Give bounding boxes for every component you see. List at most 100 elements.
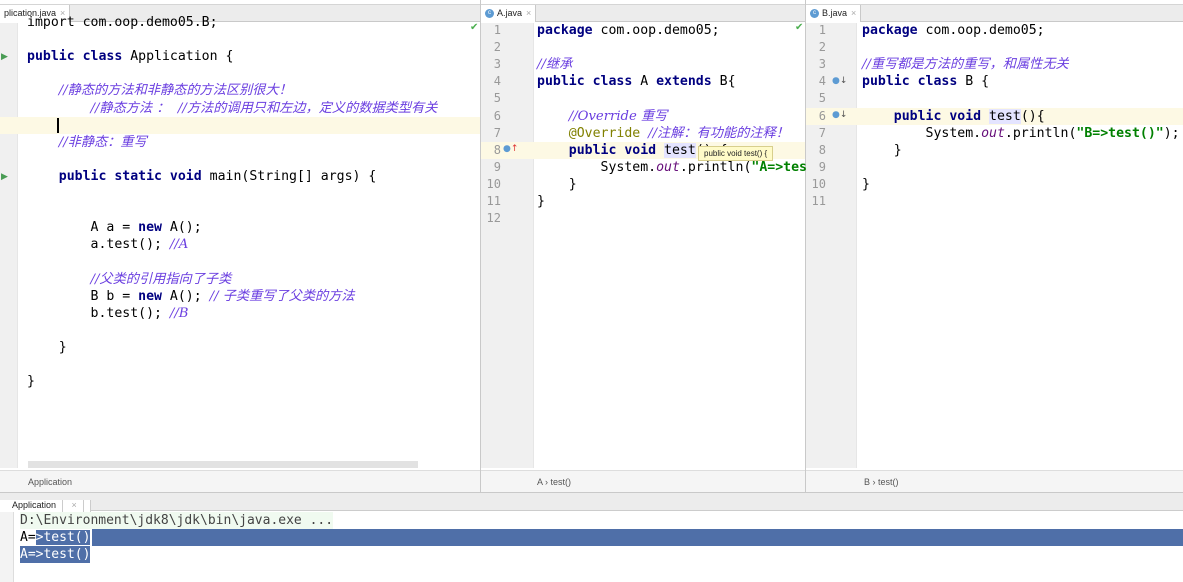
code-line: //静态方法 ： //方法的调用只和左边，定义的数据类型有关 <box>0 100 480 117</box>
code-line: 10} <box>806 176 1183 193</box>
tab-bar: c B.java × <box>806 4 1183 22</box>
line-number: 11 <box>811 194 826 208</box>
code-token: a.test(); <box>27 237 170 253</box>
code-token: //非静态：重写 <box>58 134 147 150</box>
console-toolbar <box>0 512 14 582</box>
code-token: extends <box>656 74 720 90</box>
line-number: 10 <box>811 176 826 191</box>
code-token: public void <box>893 108 990 124</box>
code-line: } <box>0 373 480 390</box>
run-console[interactable]: Application × D:\Environment\jdk8\jdk\bi… <box>0 492 1183 582</box>
code-token: } <box>862 142 902 158</box>
code-line: 12 <box>481 210 805 227</box>
code-token: public class <box>862 74 966 90</box>
line-number: 10 <box>486 176 501 191</box>
code-token: //注解：有功能的注释！ <box>648 125 789 141</box>
line-number: 8 <box>818 142 826 157</box>
code-token: //重写都是方法的重写，和属性无关 <box>862 57 1069 73</box>
line-number: 5 <box>493 91 501 106</box>
code-line: //父类的引用指向了子类 <box>0 271 480 288</box>
line-number: 1 <box>493 23 501 37</box>
horizontal-scrollbar[interactable] <box>28 461 418 468</box>
console-tab-bar: Application × <box>0 493 1183 518</box>
line-number: 6 <box>493 108 501 123</box>
class-icon: c <box>485 9 494 19</box>
method-tooltip: public void test() { <box>698 146 774 161</box>
code-token: //静态方法 ： //方法的调用只和左边，定义的数据类型有关 <box>90 100 438 116</box>
code-token: //Override 重写 <box>568 108 668 124</box>
close-icon[interactable]: × <box>851 8 856 18</box>
code-token: A(); <box>169 220 202 236</box>
code-token: Application { <box>130 49 234 65</box>
code-line: public static void main(String[] args) { <box>0 168 480 185</box>
code-token: System. <box>862 125 982 141</box>
code-token: // 子类重写了父类的方法 <box>209 288 355 304</box>
tab-a-java[interactable]: c A.java × <box>481 5 537 22</box>
code-token: //继承 <box>537 57 573 73</box>
line-number: 9 <box>493 159 501 174</box>
console-line: A=>test() <box>20 546 91 563</box>
code-token: } <box>537 176 577 192</box>
code-line: import com.oop.demo05.B; <box>0 14 480 31</box>
overridden-icon[interactable]: ●↓ <box>832 76 847 86</box>
line-number: 11 <box>486 194 501 208</box>
code-line: 10 } <box>481 176 805 193</box>
line-number: 4 <box>493 74 501 89</box>
code-token: } <box>27 339 67 355</box>
line-number: 12 <box>486 211 501 226</box>
breadcrumb: B › test() <box>806 470 1183 492</box>
tab-bar: c A.java × <box>481 4 805 22</box>
code-token: out <box>981 125 1005 141</box>
overridden-icon[interactable]: ●↓ <box>832 110 847 120</box>
code-line: 7 System.out.println("B=>test()"); <box>806 125 1183 142</box>
selection-highlight <box>92 529 1183 546</box>
code-line: B b = new A(); // 子类重写了父类的方法 <box>0 288 480 305</box>
code-line: 7 @Override //注解：有功能的注释！ <box>481 125 805 142</box>
text-cursor <box>57 118 59 133</box>
editor-pane-a[interactable]: c A.java × 1 package com.oop.demo05; 2 3//继承 4… <box>481 0 855 492</box>
code-token: System. <box>537 159 657 175</box>
check-icon: ✔ <box>795 22 804 33</box>
line-number: 7 <box>818 125 826 140</box>
code-token: //父类的引用指向了子类 <box>90 271 232 287</box>
code-line: a.test(); //A <box>0 236 480 253</box>
code-line: //静态的方法和非静态的方法区别很大！ <box>0 82 480 99</box>
code-token: .println( <box>1004 125 1077 141</box>
code-line: 8 } <box>806 142 1183 159</box>
code-token: public void <box>568 142 665 158</box>
code-token: //B <box>169 305 189 321</box>
code-token: package <box>862 23 926 38</box>
close-icon[interactable]: × <box>526 8 531 18</box>
code-token: A <box>640 74 657 90</box>
tab-b-java[interactable]: c B.java × <box>806 5 862 22</box>
code-token: } <box>27 374 35 390</box>
code-line: 6 public void test(){ <box>806 107 1183 125</box>
code-line: 5 <box>806 90 1183 107</box>
editor-pane-application[interactable]: plication.java × ▶ ▶ import com.oop.demo0… <box>0 0 481 492</box>
breadcrumb: Application <box>0 470 480 492</box>
line-number: 9 <box>818 159 826 174</box>
code-token: com.oop.demo05; <box>925 23 1045 38</box>
check-icon: ✔ <box>470 22 479 33</box>
code-line: 9 <box>806 159 1183 176</box>
code-token: } <box>862 176 870 192</box>
code-token: //静态的方法和非静态的方法区别很大！ <box>58 83 292 99</box>
code-token: B b = <box>27 288 139 304</box>
code-line: } <box>0 339 480 356</box>
editor-pane-b[interactable]: c B.java × 1 package com.oop.demo05; 2 3 //重写都… <box>806 0 1183 492</box>
code-token: main(String[] args) { <box>209 168 377 184</box>
line-number: 3 <box>493 57 501 72</box>
code-token: public static void <box>58 168 210 184</box>
code-line: 11} <box>481 193 805 210</box>
code-line: 9 System.out.println("A=>test()"); <box>481 159 855 176</box>
code-token: import com.oop.demo05.B; <box>27 15 218 30</box>
override-icon[interactable]: ●↑ <box>503 144 518 154</box>
